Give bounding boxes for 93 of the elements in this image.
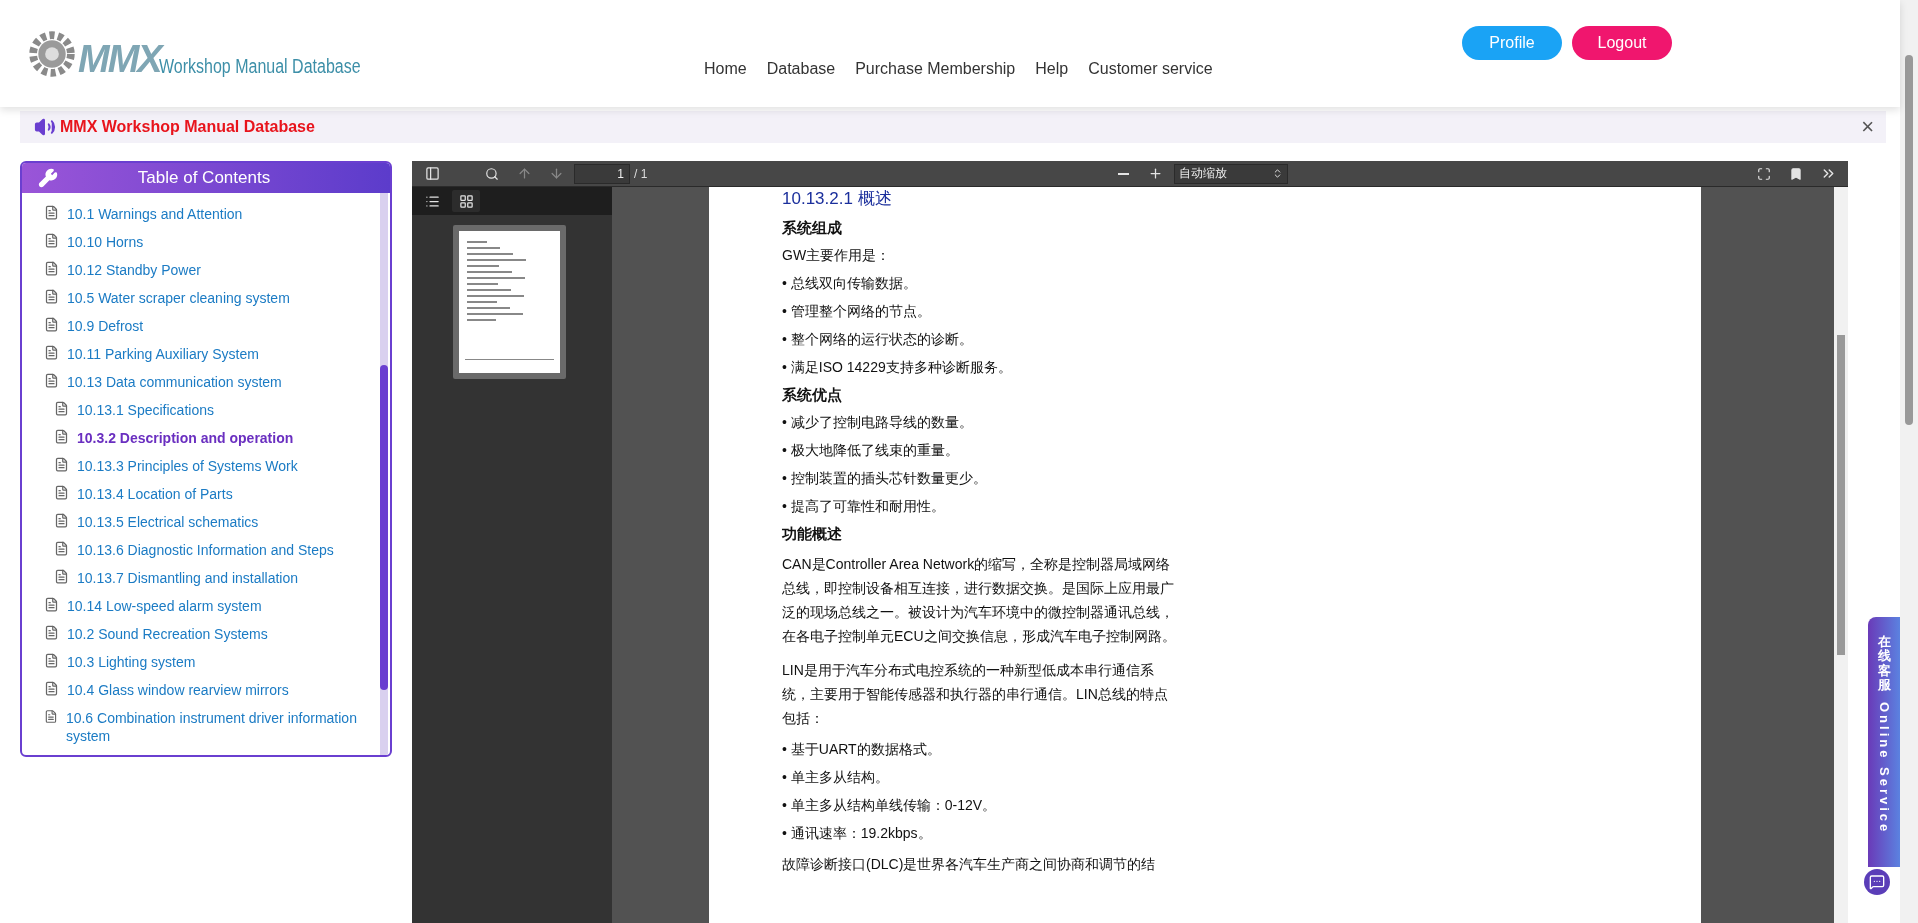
document-icon (44, 205, 59, 220)
toc-item[interactable]: 10.13.6 Diagnostic Information and Steps (44, 541, 380, 569)
nav-link[interactable]: Purchase Membership (855, 59, 1016, 78)
document-icon (44, 261, 59, 276)
bullet-item: • 满足ISO 14229支持多种诊断服务。 (782, 358, 1013, 376)
logout-button[interactable]: Logout (1572, 25, 1672, 60)
fullscreen-icon (1757, 166, 1771, 181)
nav-link[interactable]: Help (1035, 59, 1069, 78)
toc-item[interactable]: 10.5 Water scraper cleaning system (44, 289, 380, 317)
search-icon (485, 166, 499, 181)
page-count: / 1 (634, 166, 648, 181)
subheading: 系统优点 (782, 386, 843, 405)
toc-item[interactable]: 10.13.4 Location of Parts (44, 485, 380, 513)
document-icon (44, 317, 59, 332)
minus-icon (1118, 172, 1130, 175)
toc-item[interactable]: 10.9 Defrost (44, 317, 380, 345)
document-icon (44, 625, 59, 640)
scrollbar[interactable] (1834, 187, 1848, 923)
document-icon (54, 541, 69, 556)
document-icon (54, 569, 69, 584)
document-icon (54, 513, 69, 528)
toc-item[interactable]: 10.4 Glass window rearview mirrors (44, 681, 380, 709)
page-thumbnail[interactable] (453, 225, 566, 379)
toc-item[interactable]: 10.13.7 Dismantling and installation (44, 569, 380, 597)
document-icon (54, 401, 69, 416)
document-icon (44, 373, 59, 388)
bullet-item: • 通讯速率：19.2kbps。 (782, 824, 933, 842)
document-icon (44, 681, 59, 696)
toc-item[interactable]: 10.13 Data communication system (44, 373, 380, 401)
bullet-item: • 单主多从结构。 (782, 768, 890, 786)
document-icon (44, 233, 59, 248)
toc-title: Table of Contents (136, 168, 272, 188)
service-label: 在线客服 (1877, 635, 1891, 693)
arrow-down-icon (548, 166, 564, 181)
bullet-item: • 提高了可靠性和耐用性。 (782, 497, 946, 515)
speaker-icon (34, 116, 56, 138)
document-icon (44, 289, 59, 304)
subheading: 系统组成 (782, 219, 843, 238)
plus-icon (1148, 166, 1164, 181)
toc-item[interactable]: 10.10 Horns (44, 233, 380, 261)
grid-icon (458, 193, 474, 209)
toc-item[interactable]: 10.13.1 Specifications (44, 401, 380, 429)
toc-item[interactable]: 10.3.2 Description and operation (44, 429, 380, 457)
toc-item[interactable]: 10.6 Combination instrument driver information system (44, 709, 380, 745)
document-icon (44, 345, 59, 360)
paragraph: CAN是Controller Area Network的缩写，全称是控制器局域网络总线，即控制设备相互连接，进行数据交换。是国际上应用最广泛的现场总线之一。被设计为汽车环境中的微控制器通讯总线，在各电子控制单元ECU之间交换信息，形成汽车电子控制网路。 (782, 555, 1177, 646)
scrollbar[interactable] (380, 193, 388, 755)
bullet-item: • 基于UART的数据格式。 (782, 740, 942, 758)
toc-item[interactable]: 10.1 Warnings and Attention (44, 205, 380, 233)
bullet-item: • 控制装置的插头芯针数量更少。 (782, 469, 988, 487)
paragraph: GW主要作用是： (782, 246, 892, 264)
toc-item[interactable]: 10.13.3 Principles of Systems Work (44, 457, 380, 485)
document-icon (54, 429, 69, 444)
document-icon (44, 653, 59, 668)
document-icon (54, 457, 69, 472)
nav-link[interactable]: Home (704, 59, 747, 78)
service-label: Online Service (1876, 702, 1892, 835)
bullet-item: • 减少了控制电路导线的数量。 (782, 413, 974, 431)
paragraph: LIN是用于汽车分布式电控系统的一种新型低成本串行通信系统，主要用于智能传感器和执行器的串行通信。LIN总线的特点包括： (782, 661, 1169, 728)
thumbnails-view-button[interactable] (452, 190, 480, 212)
chat-icon (1869, 874, 1885, 890)
nav-link[interactable]: Database (766, 59, 836, 78)
toc-item[interactable]: 10.3 Lighting system (44, 653, 380, 681)
wrench-icon (38, 168, 58, 188)
close-button[interactable]: × (1861, 116, 1874, 138)
nav-link[interactable]: Customer service (1088, 59, 1213, 78)
scrollbar[interactable] (1900, 0, 1918, 923)
list-icon (424, 193, 440, 209)
bullet-item: • 单主多从结构单线传输：0-12V。 (782, 796, 998, 814)
toc-item[interactable]: 10.2 Sound Recreation Systems (44, 625, 380, 653)
document-icon (44, 709, 58, 724)
paragraph: 故障诊断接口(DLC)是世界各汽车生产商之间协商和调节的结 (782, 855, 1157, 874)
online-service-tab[interactable]: 在线客服 Online Service (1868, 617, 1900, 867)
bookmark-icon (1789, 166, 1803, 181)
toc-item[interactable]: 10.11 Parking Auxiliary System (44, 345, 380, 373)
section-heading: 10.13.2.1 概述 (782, 188, 893, 210)
bullet-item: • 总线双向传输数据。 (782, 274, 918, 292)
document-icon (44, 597, 59, 612)
profile-button[interactable]: Profile (1462, 25, 1562, 60)
bullet-item: • 整个网络的运行状态的诊断。 (782, 330, 974, 348)
bullet-item: • 极大地降低了线束的重量。 (782, 441, 960, 459)
banner-title: MMX Workshop Manual Database (60, 118, 315, 136)
bullet-item: • 管理整个网络的节点。 (782, 302, 932, 320)
sidebar-icon (424, 166, 440, 181)
toc-item[interactable]: 10.12 Standby Power (44, 261, 380, 289)
page-number-field[interactable]: 1 (574, 163, 630, 184)
toc-item[interactable]: 10.13.5 Electrical schematics (44, 513, 380, 541)
zoom-select[interactable]: 自动缩放 (1173, 163, 1288, 184)
subheading: 功能概述 (782, 525, 843, 544)
toc-item[interactable]: 10.14 Low-speed alarm system (44, 597, 380, 625)
document-icon (54, 485, 69, 500)
chat-button[interactable] (1864, 869, 1890, 895)
gear-logo-icon (28, 29, 76, 78)
